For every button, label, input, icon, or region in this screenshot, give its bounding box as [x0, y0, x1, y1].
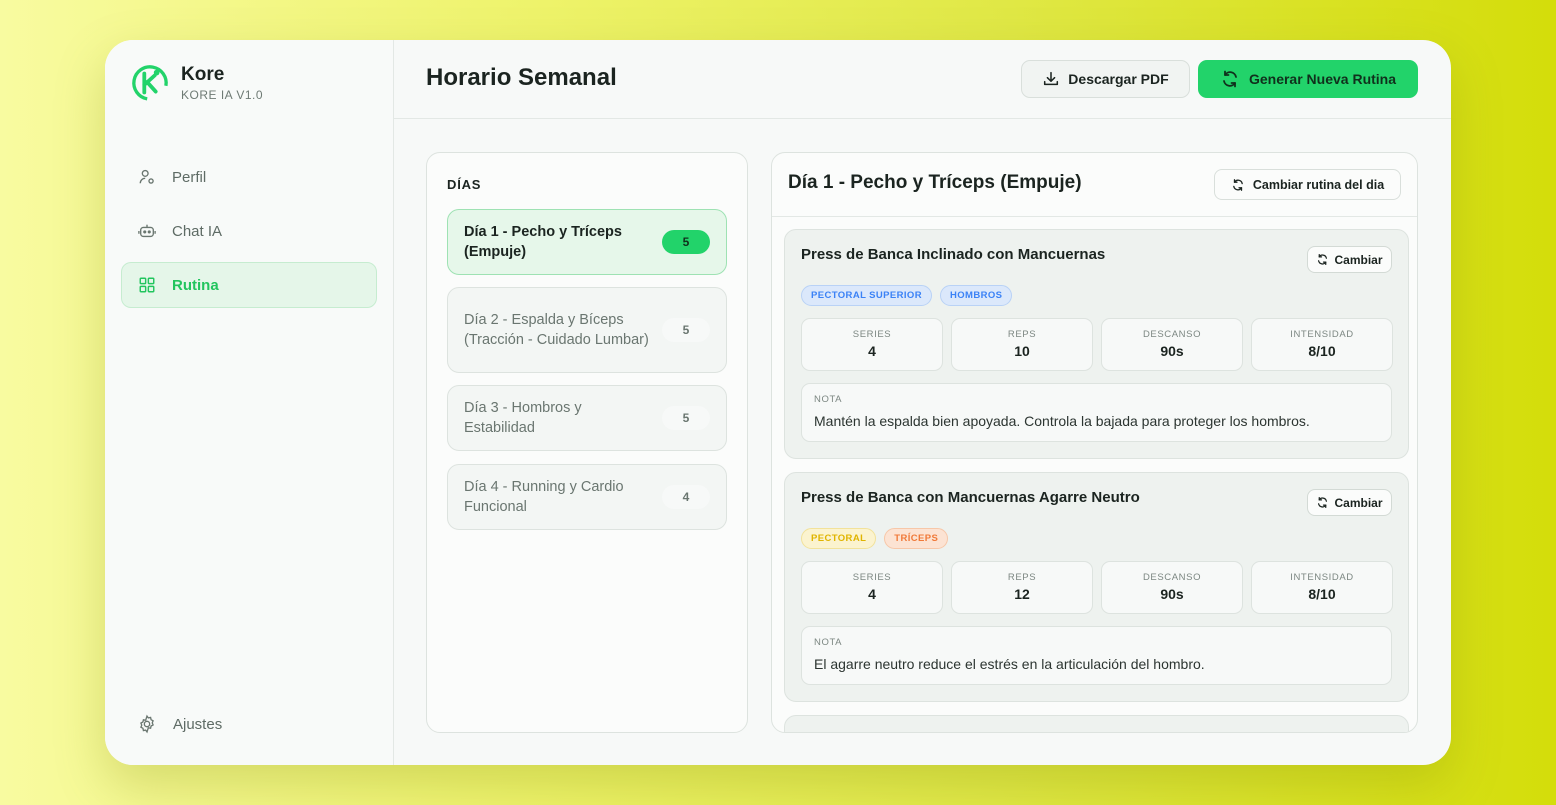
stat-value: 10	[1014, 343, 1030, 359]
day-detail-header: Día 1 - Pecho y Tríceps (Empuje) Cambiar…	[772, 153, 1417, 217]
stat-value: 12	[1014, 586, 1030, 602]
stat-value: 90s	[1160, 343, 1184, 359]
day-detail-title: Día 1 - Pecho y Tríceps (Empuje)	[788, 172, 1082, 193]
day-card-3[interactable]: Día 3 - Hombros y Estabilidad 5	[447, 385, 727, 451]
sidebar-item-perfil[interactable]: Perfil	[121, 154, 377, 200]
day-label: Día 2 - Espalda y Bíceps (Tracción - Cui…	[464, 312, 649, 348]
generate-routine-label: Generar Nueva Rutina	[1248, 71, 1397, 87]
muscle-tags: PECTORAL SUPERIOR HOMBROS	[801, 285, 1020, 306]
app-window: Kore KORE IA V1.0 Perfil Chat IA Rutina …	[105, 40, 1451, 765]
change-exercise-label: Cambiar	[1334, 495, 1383, 510]
day-card-1[interactable]: Día 1 - Pecho y Tríceps (Empuje) 5	[447, 209, 727, 275]
note-text: Mantén la espalda bien apoyada. Controla…	[814, 413, 1310, 429]
note-label: NOTA	[814, 637, 843, 648]
stat-label: SERIES	[852, 572, 892, 583]
muscle-tag: HOMBROS	[939, 285, 1013, 306]
muscle-tag: TRÍCEPS	[884, 528, 949, 549]
page-title: Horario Semanal	[426, 64, 617, 91]
main-content: Horario Semanal Descargar PDF Generar Nu…	[394, 40, 1451, 765]
day-detail-panel: Día 1 - Pecho y Tríceps (Empuje) Cambiar…	[771, 152, 1418, 733]
gear-icon	[140, 714, 154, 734]
refresh-icon	[1223, 70, 1237, 88]
sidebar-item-label: Perfil	[172, 168, 207, 186]
generate-routine-button[interactable]: Generar Nueva Rutina	[1198, 60, 1418, 98]
change-exercise-button[interactable]: Cambiar	[1307, 489, 1392, 516]
bot-icon	[138, 224, 156, 238]
user-icon	[139, 169, 154, 184]
grid-icon	[139, 277, 155, 293]
days-title: DÍAS	[447, 177, 482, 192]
stat-value: 8/10	[1308, 343, 1336, 359]
stat-label: INTENSIDAD	[1290, 329, 1354, 340]
stat-label: REPS	[1007, 329, 1037, 340]
sidebar-item-chat-ia[interactable]: Chat IA	[121, 208, 377, 254]
exercise-count-badge: 4	[662, 485, 710, 509]
refresh-icon	[1318, 497, 1328, 508]
change-day-routine-button[interactable]: Cambiar rutina del dia	[1214, 169, 1401, 200]
exercise-note: NOTA Mantén la espalda bien apoyada. Con…	[801, 383, 1392, 442]
muscle-tags: PECTORAL TRÍCEPS	[801, 528, 956, 549]
exercise-count-badge: 5	[662, 230, 710, 254]
settings-label: Ajustes	[173, 715, 223, 733]
day-card-2[interactable]: Día 2 - Espalda y Bíceps (Tracción - Cui…	[447, 287, 727, 373]
stat-series: SERIES 4	[801, 561, 943, 614]
muscle-tag: PECTORAL SUPERIOR	[801, 285, 932, 306]
refresh-icon	[1232, 178, 1243, 191]
sidebar-nav: Perfil Chat IA Rutina	[121, 154, 377, 316]
exercise-card: Press de Banca con Mancuernas Agarre Neu…	[784, 472, 1409, 702]
stat-value: 90s	[1160, 586, 1184, 602]
exercise-count-badge: 5	[662, 318, 710, 342]
change-exercise-button[interactable]: Cambiar	[1307, 246, 1392, 273]
note-label: NOTA	[814, 394, 843, 405]
exercise-name: Press de Banca Inclinado con Mancuernas	[801, 246, 1106, 263]
stat-intensidad: INTENSIDAD 8/10	[1251, 318, 1393, 371]
day-label: Día 3 - Hombros y Estabilidad	[464, 400, 582, 436]
stat-label: REPS	[1007, 572, 1037, 583]
stat-label: DESCANSO	[1142, 572, 1202, 583]
refresh-icon	[1318, 254, 1328, 265]
download-icon	[1044, 71, 1059, 86]
exercise-name: Press de Banca con Mancuernas Agarre Neu…	[801, 489, 1140, 506]
stat-label: SERIES	[852, 329, 892, 340]
stat-series: SERIES 4	[801, 318, 943, 371]
app-version: KORE IA V1.0	[181, 88, 264, 102]
exercise-card: Press de Banca Inclinado con Mancuernas …	[784, 229, 1409, 459]
download-pdf-label: Descargar PDF	[1068, 71, 1169, 87]
sidebar-item-ajustes[interactable]: Ajustes	[137, 714, 222, 734]
stat-reps: REPS 10	[951, 318, 1093, 371]
day-label: Día 1 - Pecho y Tríceps (Empuje)	[464, 224, 622, 260]
download-pdf-button[interactable]: Descargar PDF	[1021, 60, 1190, 98]
exercise-stats: SERIES 4 REPS 12 DESCANSO 90s INTENSIDAD…	[801, 561, 1393, 614]
stat-value: 4	[868, 343, 876, 359]
stat-descanso: DESCANSO 90s	[1101, 561, 1243, 614]
exercise-card-partial	[784, 715, 1409, 732]
kore-logo-icon	[132, 65, 168, 101]
note-text: El agarre neutro reduce el estrés en la …	[814, 656, 1205, 672]
sidebar-item-label: Chat IA	[172, 222, 223, 240]
sidebar-item-rutina[interactable]: Rutina	[121, 262, 377, 308]
change-day-routine-label: Cambiar rutina del dia	[1252, 177, 1385, 192]
exercise-note: NOTA El agarre neutro reduce el estrés e…	[801, 626, 1392, 685]
day-label: Día 4 - Running y Cardio Funcional	[464, 479, 624, 515]
top-bar: Horario Semanal Descargar PDF Generar Nu…	[394, 40, 1451, 119]
stat-label: DESCANSO	[1142, 329, 1202, 340]
stat-value: 8/10	[1308, 586, 1336, 602]
sidebar-item-label: Rutina	[172, 276, 219, 294]
sidebar: Kore KORE IA V1.0 Perfil Chat IA Rutina …	[105, 40, 394, 765]
days-panel: DÍAS Día 1 - Pecho y Tríceps (Empuje) 5 …	[426, 152, 748, 733]
brand: Kore KORE IA V1.0	[131, 64, 263, 102]
exercise-stats: SERIES 4 REPS 10 DESCANSO 90s INTENSIDAD…	[801, 318, 1393, 371]
stat-label: INTENSIDAD	[1290, 572, 1354, 583]
stat-descanso: DESCANSO 90s	[1101, 318, 1243, 371]
muscle-tag: PECTORAL	[801, 528, 877, 549]
app-name: Kore	[181, 64, 225, 85]
exercise-count-badge: 5	[662, 406, 710, 430]
stat-reps: REPS 12	[951, 561, 1093, 614]
stat-value: 4	[868, 586, 876, 602]
day-card-4[interactable]: Día 4 - Running y Cardio Funcional 4	[447, 464, 727, 530]
stat-intensidad: INTENSIDAD 8/10	[1251, 561, 1393, 614]
change-exercise-label: Cambiar	[1334, 252, 1383, 267]
